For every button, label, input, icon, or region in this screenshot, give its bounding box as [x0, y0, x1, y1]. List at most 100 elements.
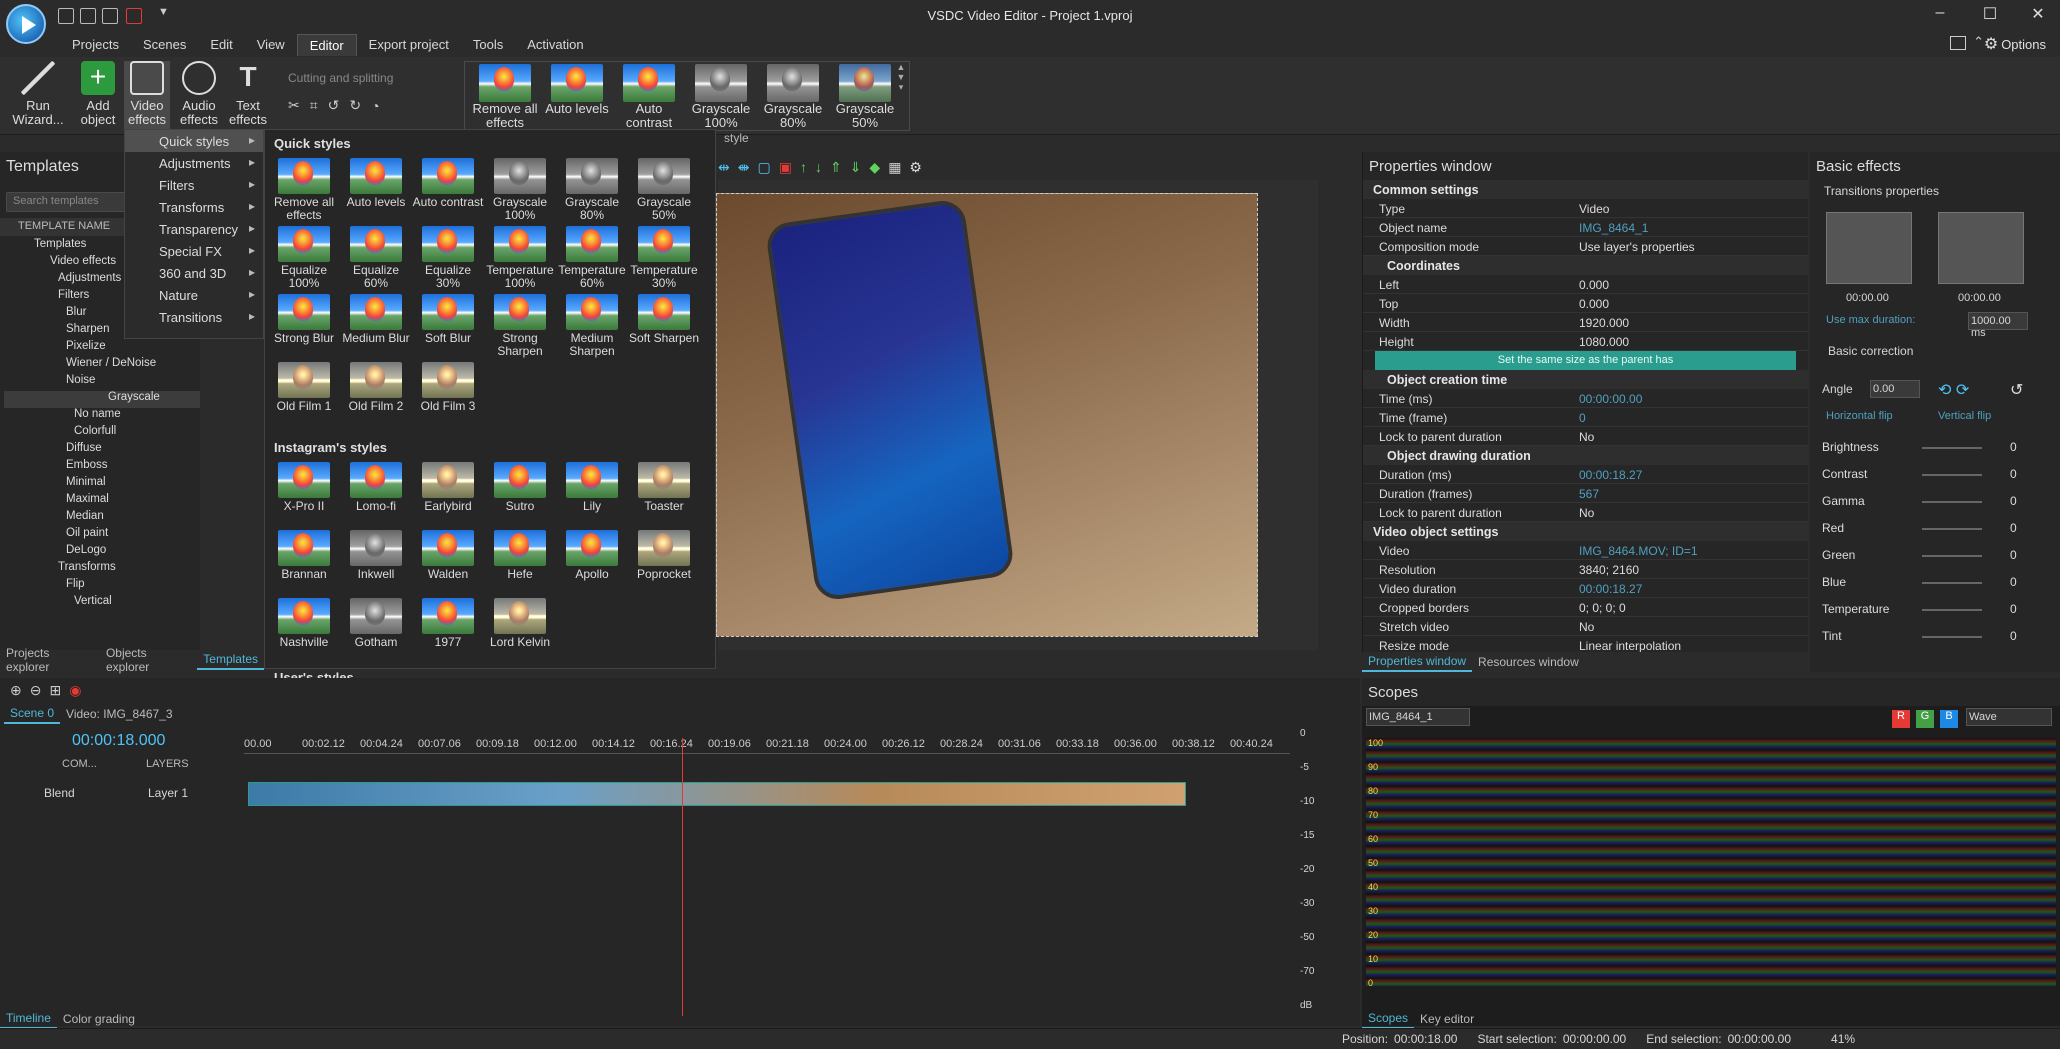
property-row[interactable]: Time (ms) 00:00:00.00	[1363, 389, 1808, 408]
maximize-button[interactable]: ☐	[1970, 4, 2010, 28]
property-row[interactable]: Object name IMG_8464_1	[1363, 218, 1808, 237]
basic-correction-header[interactable]: Basic correction	[1828, 344, 1913, 358]
property-row[interactable]: Top 0.000	[1363, 294, 1808, 313]
green-channel-toggle[interactable]: G	[1916, 710, 1934, 728]
property-row[interactable]: Type Video	[1363, 199, 1808, 218]
style-item[interactable]: Nashville	[268, 596, 340, 664]
style-item[interactable]: Inkwell	[340, 528, 412, 596]
tree-item[interactable]: Wiener / DeNoise	[4, 357, 200, 374]
arrow-bottom-icon[interactable]: ⇓	[850, 159, 862, 176]
cutting-splitting-label[interactable]: Cutting and splitting	[288, 71, 393, 85]
style-item[interactable]: Auto levels	[340, 156, 412, 224]
menu-tools[interactable]: Tools	[461, 34, 515, 56]
video-clip[interactable]	[248, 782, 1186, 806]
slider-track[interactable]	[1922, 501, 1982, 503]
style-item[interactable]: Strong Sharpen	[484, 292, 556, 360]
style-item[interactable]: Auto contrast	[412, 156, 484, 224]
adjustment-slider[interactable]: Contrast 0	[1810, 461, 2060, 488]
ribbon-style-grayscale-50[interactable]: Grayscale 50%	[829, 64, 901, 130]
arrow-top-icon[interactable]: ⇑	[830, 159, 842, 176]
slider-track[interactable]	[1922, 609, 1982, 611]
style-item[interactable]: Strong Blur	[268, 292, 340, 360]
style-item[interactable]: Sutro	[484, 460, 556, 528]
align-icon[interactable]: ⇼	[738, 159, 750, 176]
menu-special-fx[interactable]: Special FX	[125, 240, 263, 262]
scope-mode-select[interactable]: Wave	[1966, 708, 2052, 726]
style-item[interactable]: Medium Blur	[340, 292, 412, 360]
style-item[interactable]: Grayscale 100%	[484, 156, 556, 224]
common-settings-header[interactable]: Common settings	[1363, 180, 1808, 199]
property-row[interactable]: Cropped borders 0; 0; 0; 0	[1363, 598, 1808, 617]
reset-icon[interactable]: ↺	[2010, 380, 2023, 400]
style-item[interactable]: Toaster	[628, 460, 700, 528]
menu-adjustments[interactable]: Adjustments	[125, 152, 263, 174]
frame-icon[interactable]: ▢	[757, 159, 770, 176]
slider-track[interactable]	[1922, 636, 1982, 638]
crop-icon[interactable]: ⌗	[310, 97, 318, 114]
tab-key-editor[interactable]: Key editor	[1414, 1010, 1480, 1028]
export-icon[interactable]	[102, 8, 118, 24]
tree-item[interactable]: Flip	[4, 578, 200, 595]
gallery-scroll[interactable]: ▲ ▼ ▾	[895, 62, 907, 130]
property-row[interactable]: Width 1920.000	[1363, 313, 1808, 332]
shapes-icon[interactable]: ◆	[869, 159, 880, 176]
style-item[interactable]: Lomo-fi	[340, 460, 412, 528]
close-button[interactable]: ✕	[2018, 4, 2058, 28]
slider-track[interactable]	[1922, 555, 1982, 557]
ribbon-style-remove-all[interactable]: Remove all effects	[469, 64, 541, 130]
coordinates-header[interactable]: Coordinates	[1363, 256, 1808, 275]
style-item[interactable]: Old Film 1	[268, 360, 340, 428]
property-row[interactable]: Video duration 00:00:18.27	[1363, 579, 1808, 598]
frame-icon[interactable]: ▣	[779, 159, 792, 176]
menu-nature[interactable]: Nature	[125, 284, 263, 306]
property-row[interactable]: Composition mode Use layer's properties	[1363, 237, 1808, 256]
style-item[interactable]: Old Film 2	[340, 360, 412, 428]
menu-edit[interactable]: Edit	[198, 34, 244, 56]
vertical-flip-checkbox[interactable]: Vertical flip	[1938, 410, 1991, 422]
new-file-icon[interactable]	[58, 8, 74, 24]
property-row[interactable]: Lock to parent duration No	[1363, 427, 1808, 446]
style-item[interactable]: Lily	[556, 460, 628, 528]
video-effects-button[interactable]: Video effects	[124, 61, 170, 131]
style-item[interactable]: Soft Blur	[412, 292, 484, 360]
tree-item[interactable]: Oil paint	[4, 527, 200, 544]
tab-color-grading[interactable]: Color grading	[57, 1010, 141, 1028]
grid-icon[interactable]: ⊞	[49, 682, 61, 699]
style-item[interactable]: Grayscale 50%	[628, 156, 700, 224]
tree-item[interactable]: No name	[4, 408, 200, 425]
tab-projects-explorer[interactable]: Projects explorer	[0, 644, 100, 676]
save-icon[interactable]	[80, 8, 96, 24]
style-item[interactable]: Lord Kelvin	[484, 596, 556, 664]
tab-resources-window[interactable]: Resources window	[1472, 653, 1585, 671]
remove-track-icon[interactable]: ⊖	[30, 682, 42, 699]
blend-select[interactable]: Blend	[44, 786, 75, 800]
ribbon-style-grayscale-100[interactable]: Grayscale 100%	[685, 64, 757, 130]
slider-track[interactable]	[1922, 447, 1982, 449]
layout-icon[interactable]	[1950, 36, 1966, 50]
style-item[interactable]: Brannan	[268, 528, 340, 596]
tab-templates[interactable]: Templates	[197, 650, 264, 670]
property-row[interactable]: Video IMG_8464.MOV; ID=1	[1363, 541, 1808, 560]
ribbon-style-auto-contrast[interactable]: Auto contrast	[613, 64, 685, 130]
menu-scenes[interactable]: Scenes	[131, 34, 198, 56]
tree-item[interactable]: Median	[4, 510, 200, 527]
drawing-duration-header[interactable]: Object drawing duration	[1363, 446, 1808, 465]
options-button[interactable]: ⚙ Options	[1984, 34, 2046, 54]
run-wizard-button[interactable]: Run Wizard...	[6, 61, 70, 131]
use-max-duration-checkbox[interactable]: Use max duration:	[1826, 314, 1915, 326]
property-row[interactable]: Duration (frames) 567	[1363, 484, 1808, 503]
style-item[interactable]: Walden	[412, 528, 484, 596]
style-item[interactable]: Temperature 100%	[484, 224, 556, 292]
add-track-icon[interactable]: ⊕	[10, 682, 22, 699]
rotate-icon[interactable]: ⟲ ⟳	[1938, 380, 1969, 400]
text-effects-button[interactable]: T Text effects	[224, 61, 272, 131]
tab-properties-window[interactable]: Properties window	[1362, 652, 1473, 672]
menu-export-project[interactable]: Export project	[357, 34, 461, 56]
add-object-button[interactable]: + Add object	[76, 61, 120, 131]
tree-item[interactable]: DeLogo	[4, 544, 200, 561]
property-row[interactable]: Stretch video No	[1363, 617, 1808, 636]
speed-icon[interactable]: ◔	[371, 98, 379, 114]
blue-channel-toggle[interactable]: B	[1940, 710, 1958, 728]
property-row[interactable]: Height 1080.000	[1363, 332, 1808, 351]
delete-icon[interactable]	[126, 8, 142, 24]
